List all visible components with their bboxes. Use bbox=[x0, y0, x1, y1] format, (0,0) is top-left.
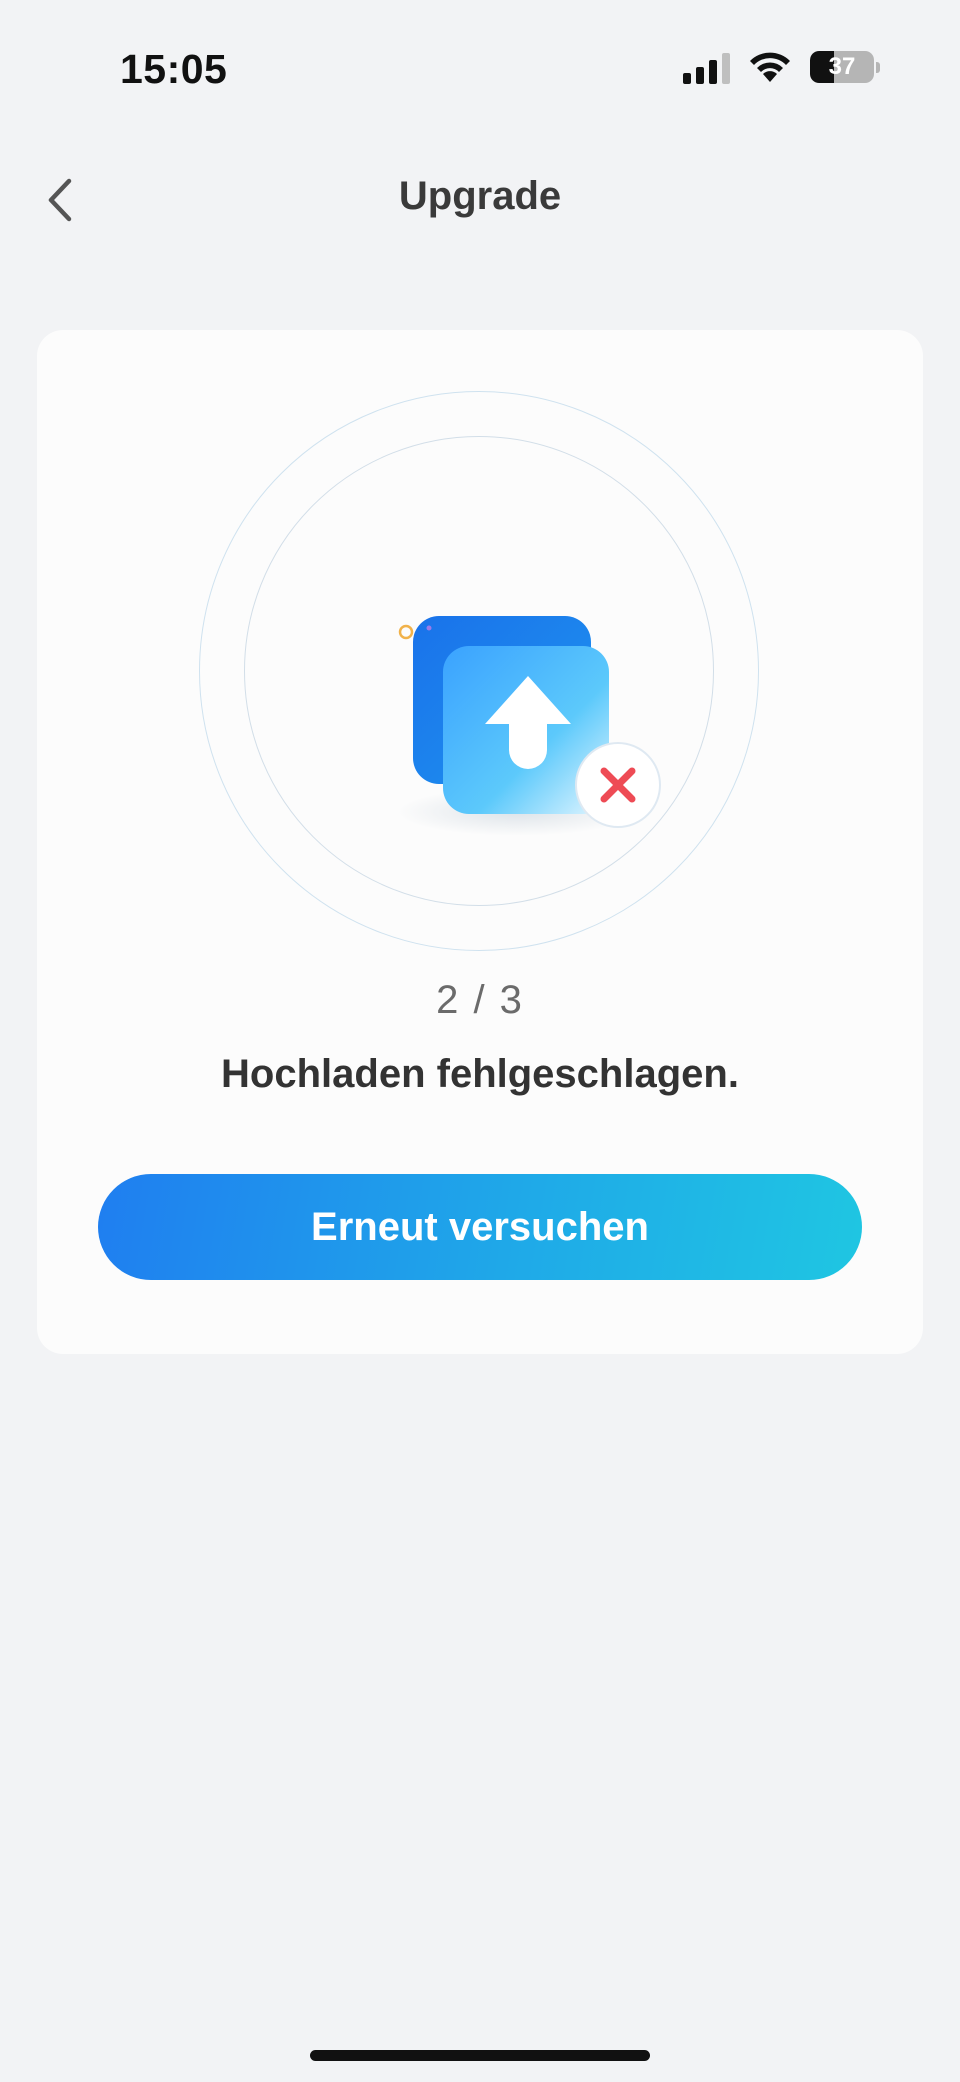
page-title: Upgrade bbox=[398, 174, 562, 218]
signal-icon bbox=[683, 50, 730, 84]
status-icons: 37 bbox=[683, 50, 880, 84]
retry-button[interactable]: Erneut versuchen bbox=[98, 1174, 862, 1280]
battery-tip bbox=[876, 61, 880, 73]
nav-bar: Upgrade bbox=[0, 150, 960, 250]
battery-icon: 37 bbox=[810, 51, 874, 83]
status-time: 15:05 bbox=[120, 46, 228, 92]
battery-level: 37 bbox=[828, 53, 856, 80]
home-indicator[interactable] bbox=[310, 2050, 650, 2061]
status-bar: 15:05 37 bbox=[0, 0, 960, 140]
upload-status-message: Hochladen fehlgeschlagen. bbox=[221, 1052, 739, 1096]
upgrade-card: 2 / 3 Hochladen fehlgeschlagen. Erneut v… bbox=[37, 330, 923, 1354]
upload-failed-illustration bbox=[357, 550, 677, 850]
wifi-icon bbox=[748, 50, 792, 84]
upload-progress-count: 2 / 3 bbox=[436, 978, 524, 1022]
